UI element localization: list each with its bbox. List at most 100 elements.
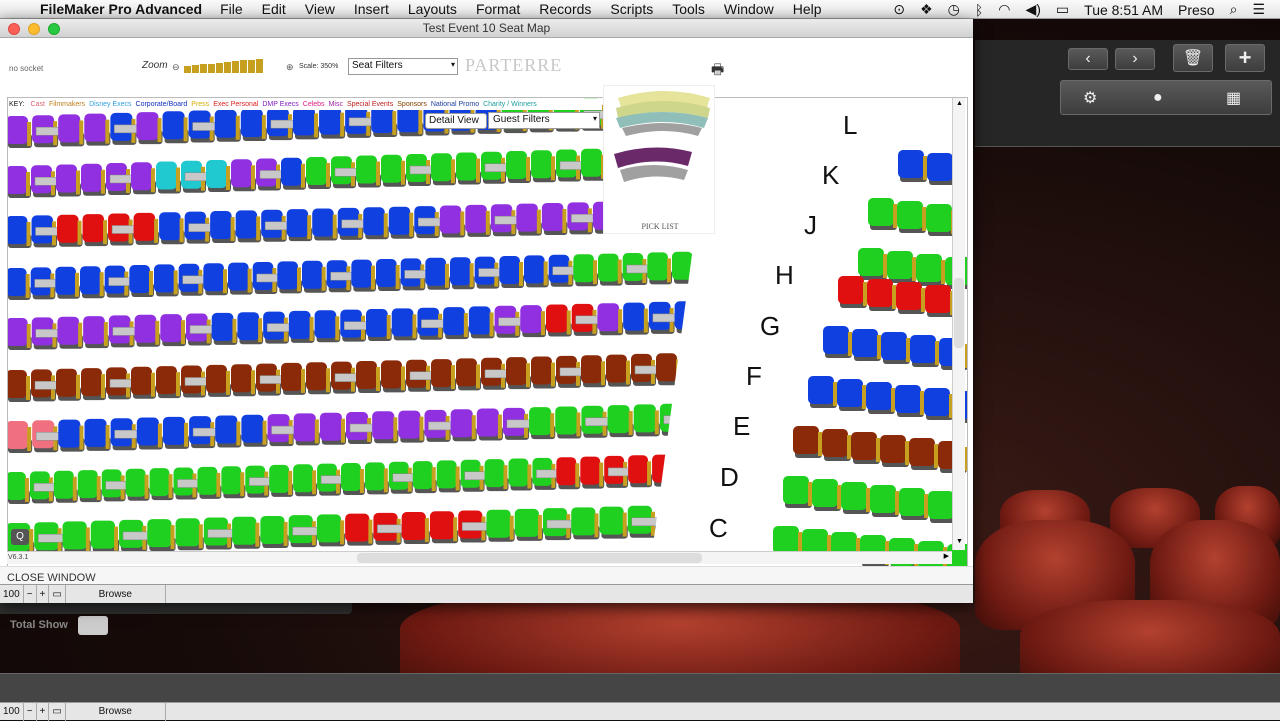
- seat[interactable]: [83, 316, 109, 349]
- seat[interactable]: [8, 216, 32, 248]
- seat[interactable]: [77, 470, 102, 503]
- seat[interactable]: [573, 254, 598, 287]
- close-window-button[interactable]: CLOSE WINDOW: [7, 572, 96, 584]
- zoom-out-icon[interactable]: ⊖: [172, 62, 180, 73]
- seat[interactable]: [924, 388, 953, 420]
- seat[interactable]: [134, 314, 161, 347]
- zoom-step[interactable]: [208, 63, 215, 73]
- seat[interactable]: [450, 409, 477, 442]
- seat[interactable]: [431, 153, 456, 186]
- seat[interactable]: [431, 359, 456, 392]
- guest-filters-select[interactable]: Guest Filters ▾: [488, 112, 600, 129]
- seat[interactable]: [62, 521, 91, 554]
- seat[interactable]: [881, 332, 910, 364]
- seat[interactable]: [880, 435, 909, 467]
- seat[interactable]: [899, 488, 928, 520]
- seat[interactable]: [293, 464, 318, 497]
- seat[interactable]: [56, 368, 81, 401]
- close-window-dot[interactable]: [8, 23, 20, 35]
- seat[interactable]: [302, 260, 327, 293]
- detail-view-button[interactable]: Detail View: [425, 113, 487, 129]
- seat[interactable]: [896, 282, 925, 314]
- minimize-window-dot[interactable]: [28, 23, 40, 35]
- seat[interactable]: [240, 108, 267, 141]
- seat[interactable]: [82, 214, 109, 247]
- search-icon[interactable]: Q: [11, 529, 29, 545]
- seat[interactable]: [319, 412, 346, 445]
- bg-toggle-status-button[interactable]: ▭: [49, 702, 66, 721]
- seat[interactable]: [214, 109, 241, 142]
- seat[interactable]: [783, 476, 812, 508]
- spotlight-icon[interactable]: ⌕: [1230, 1, 1238, 18]
- seat[interactable]: [531, 356, 556, 389]
- seat[interactable]: [356, 361, 381, 393]
- seat[interactable]: [456, 358, 481, 391]
- seat[interactable]: [898, 150, 927, 182]
- seat[interactable]: [822, 429, 851, 461]
- menu-layouts[interactable]: Layouts: [408, 1, 457, 17]
- seat[interactable]: [580, 456, 605, 489]
- seat[interactable]: [926, 204, 955, 236]
- status-zoom-in-button[interactable]: +: [37, 584, 50, 603]
- menu-file[interactable]: File: [220, 1, 243, 17]
- seat[interactable]: [8, 421, 33, 453]
- seat[interactable]: [556, 457, 581, 490]
- total-show-field[interactable]: [78, 616, 108, 635]
- wifi-icon[interactable]: ◠: [998, 1, 1010, 18]
- zoom-step[interactable]: [192, 65, 199, 73]
- seat[interactable]: [868, 198, 897, 230]
- bluetooth-icon[interactable]: ᛒ: [975, 2, 983, 18]
- menu-tools[interactable]: Tools: [672, 1, 705, 17]
- seat[interactable]: [58, 419, 85, 452]
- volume-icon[interactable]: ◀): [1025, 1, 1040, 18]
- seat[interactable]: [425, 257, 450, 290]
- seat[interactable]: [306, 157, 331, 189]
- seat[interactable]: [81, 163, 106, 196]
- zoom-in-icon[interactable]: ⊕: [286, 62, 294, 73]
- seat[interactable]: [838, 276, 867, 308]
- venue-overview-map[interactable]: [604, 86, 716, 216]
- seat[interactable]: [531, 150, 556, 183]
- battery-icon[interactable]: ▭: [1056, 1, 1069, 18]
- menu-edit[interactable]: Edit: [262, 1, 286, 17]
- zoom-window-dot[interactable]: [48, 23, 60, 35]
- seat[interactable]: [356, 155, 381, 188]
- seat[interactable]: [149, 468, 174, 501]
- seat[interactable]: [80, 266, 105, 299]
- seat[interactable]: [281, 362, 306, 395]
- seat[interactable]: [499, 256, 524, 288]
- menu-window[interactable]: Window: [724, 1, 774, 17]
- seat[interactable]: [90, 520, 120, 553]
- seat[interactable]: [633, 404, 660, 437]
- scroll-right-icon[interactable]: ▶: [944, 552, 949, 560]
- seat[interactable]: [628, 455, 653, 488]
- seat[interactable]: [555, 406, 582, 439]
- new-record-button[interactable]: +: [1225, 44, 1265, 72]
- seat[interactable]: [366, 309, 392, 341]
- seat[interactable]: [206, 160, 231, 192]
- seat[interactable]: [197, 466, 222, 499]
- seat[interactable]: [465, 204, 491, 237]
- seat[interactable]: [277, 261, 302, 294]
- seat[interactable]: [58, 114, 85, 147]
- seat[interactable]: [129, 265, 154, 297]
- seat[interactable]: [852, 329, 881, 361]
- seat[interactable]: [136, 417, 163, 450]
- seat[interactable]: [909, 438, 938, 470]
- seat[interactable]: [541, 202, 568, 235]
- seat[interactable]: [401, 512, 430, 545]
- seat[interactable]: [916, 254, 945, 286]
- seat[interactable]: [571, 507, 600, 540]
- seat[interactable]: [546, 304, 572, 337]
- seat[interactable]: [910, 335, 939, 367]
- seat[interactable]: [520, 305, 546, 338]
- seat[interactable]: [351, 259, 376, 292]
- seat[interactable]: [529, 407, 556, 440]
- seat[interactable]: [647, 252, 672, 285]
- seat[interactable]: [269, 464, 294, 497]
- seat[interactable]: [316, 514, 346, 547]
- next-record-button[interactable]: ›: [1115, 48, 1155, 70]
- seat[interactable]: [293, 413, 320, 446]
- seat[interactable]: [468, 306, 495, 339]
- seat[interactable]: [506, 357, 531, 390]
